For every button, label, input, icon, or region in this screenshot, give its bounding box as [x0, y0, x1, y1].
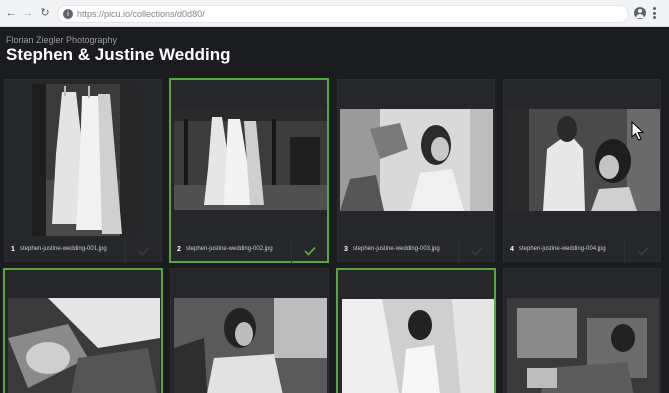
photo-card[interactable]: 2 stephen-justine-wedding-002.jpg: [169, 78, 329, 263]
photo-number: 2: [177, 246, 181, 253]
page-title: Stephen & Justine Wedding: [6, 45, 231, 64]
address-bar[interactable]: i https://picu.io/collections/d0d80/: [57, 5, 629, 23]
back-arrow-icon[interactable]: ←: [5, 7, 17, 19]
photo-card[interactable]: 1 stephen-justine-wedding-001.jpg: [4, 79, 162, 263]
select-toggle[interactable]: [458, 239, 494, 263]
reload-icon[interactable]: ↻: [39, 7, 51, 19]
site-info-icon[interactable]: i: [63, 9, 73, 19]
select-toggle[interactable]: [291, 239, 327, 263]
photographer-name: Florian Ziegler Photography: [6, 35, 118, 45]
photo-card[interactable]: 4 stephen-justine-wedding-004.jpg: [503, 79, 661, 263]
forward-arrow-icon[interactable]: →: [22, 7, 34, 19]
checkmark-icon: [637, 246, 649, 256]
photo-card[interactable]: [3, 268, 163, 393]
kebab-menu-icon[interactable]: [653, 7, 657, 20]
photo-number: 4: [510, 246, 514, 253]
photo-card[interactable]: [170, 268, 329, 393]
profile-avatar-icon[interactable]: [634, 7, 646, 19]
address-url[interactable]: https://picu.io/collections/d0d80/: [77, 9, 205, 20]
photo-filename: stephen-justine-wedding-003.jpg: [353, 246, 440, 252]
photo-thumbnail[interactable]: [342, 299, 494, 393]
photo-number: 3: [344, 246, 348, 253]
photo-thumbnail[interactable]: [507, 298, 659, 393]
checkmark-icon: [138, 246, 150, 256]
select-toggle[interactable]: [624, 239, 660, 263]
photo-filename: stephen-justine-wedding-004.jpg: [519, 246, 606, 252]
photo-number: 1: [11, 246, 15, 253]
mouse-cursor-icon: [631, 121, 645, 141]
photo-card[interactable]: 3 stephen-justine-wedding-003.jpg: [337, 79, 495, 263]
browser-toolbar: ← → ↻ i https://picu.io/collections/d0d8…: [0, 0, 669, 27]
photo-thumbnail[interactable]: [174, 298, 327, 393]
photo-filename: stephen-justine-wedding-001.jpg: [20, 246, 107, 252]
photo-card[interactable]: [336, 268, 496, 393]
photo-thumbnail[interactable]: [8, 298, 160, 393]
select-toggle[interactable]: [125, 239, 161, 263]
photo-thumbnail[interactable]: [340, 109, 493, 211]
checkmark-icon: [471, 246, 483, 256]
photo-thumbnail[interactable]: [174, 109, 327, 210]
checkmark-icon: [304, 246, 316, 256]
photo-card[interactable]: [503, 268, 661, 393]
photo-thumbnail[interactable]: [32, 84, 137, 236]
photo-filename: stephen-justine-wedding-002.jpg: [186, 246, 273, 252]
